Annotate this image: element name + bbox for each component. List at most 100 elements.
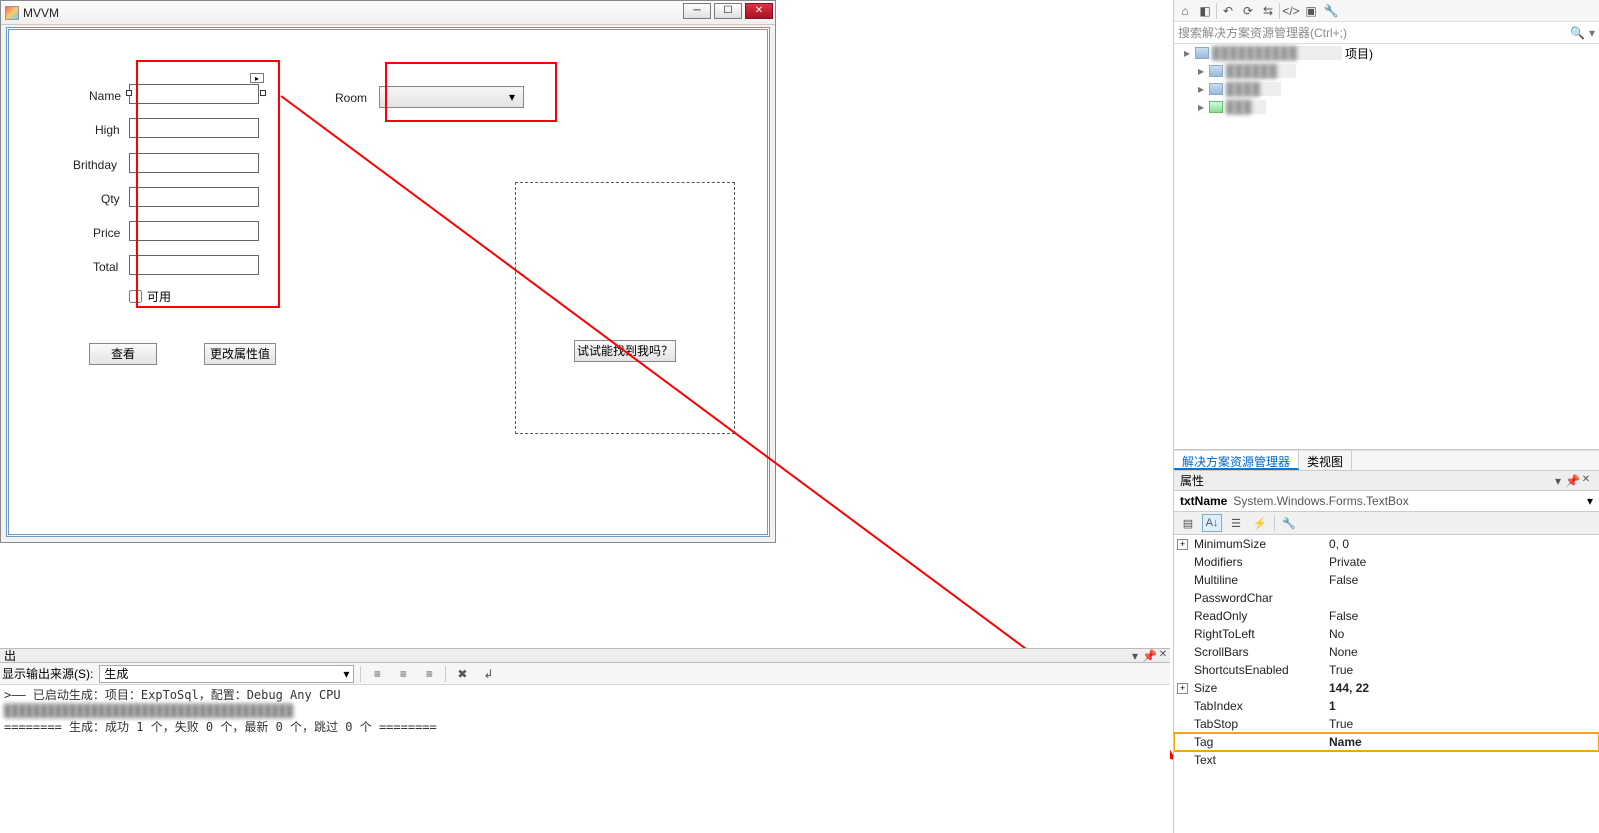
property-value[interactable]: None <box>1327 645 1599 659</box>
property-row-readonly[interactable]: ReadOnlyFalse <box>1174 607 1599 625</box>
properties-panel-title: 属性 <box>1180 472 1204 489</box>
pin-icon[interactable]: 📌 <box>1565 474 1579 488</box>
label-room: Room <box>335 91 367 105</box>
output-panel-title: 出 <box>0 647 20 664</box>
property-value[interactable]: False <box>1327 573 1599 587</box>
property-row-tabstop[interactable]: TabStopTrue <box>1174 715 1599 733</box>
output-text[interactable]: >—— 已启动生成：项目：ExpToSql，配置：Debug Any CPU █… <box>0 685 1170 833</box>
properties-grid[interactable]: +MinimumSize0, 0ModifiersPrivateMultilin… <box>1174 535 1599 833</box>
back-icon[interactable]: ↶ <box>1219 2 1237 20</box>
property-pages-icon[interactable]: 🔧 <box>1279 514 1299 532</box>
property-value[interactable]: Private <box>1327 555 1599 569</box>
wrap-icon[interactable]: ↲ <box>478 665 498 683</box>
tree-row-solution[interactable]: ▸ ██████████ 项目) <box>1174 44 1599 62</box>
properties-page-icon[interactable]: ☰ <box>1226 514 1246 532</box>
expand-icon[interactable]: ▸ <box>1182 46 1192 60</box>
solution-explorer-tree[interactable]: ▸ ██████████ 项目) ▸ ██████ ▸ ████ ▸ ███ <box>1174 44 1599 450</box>
property-row-tag[interactable]: TagName <box>1174 733 1599 751</box>
property-value[interactable]: 144, 22 <box>1327 681 1599 695</box>
solution-explorer-toolbar: ⌂ ◧ ↶ ⟳ ⇆ </> ▣ 🔧 <box>1174 0 1599 22</box>
alphabetical-icon[interactable]: A↓ <box>1202 514 1222 532</box>
property-value[interactable]: No <box>1327 627 1599 641</box>
code-icon[interactable]: </> <box>1282 2 1300 20</box>
close-panel-icon[interactable]: ✕ <box>1156 649 1170 663</box>
textbox-name[interactable] <box>129 84 259 104</box>
expand-icon[interactable]: + <box>1177 683 1188 694</box>
textbox-qty[interactable] <box>129 187 259 207</box>
right-dock: ⌂ ◧ ↶ ⟳ ⇆ </> ▣ 🔧 搜索解决方案资源管理器(Ctrl+;) 🔍 … <box>1173 0 1599 833</box>
property-value[interactable]: False <box>1327 609 1599 623</box>
property-row-text[interactable]: Text <box>1174 751 1599 769</box>
refresh-icon[interactable]: ⟳ <box>1239 2 1257 20</box>
property-row-shortcutsenabled[interactable]: ShortcutsEnabledTrue <box>1174 661 1599 679</box>
indent-right-icon[interactable]: ≡ <box>419 665 439 683</box>
expand-icon[interactable]: ▸ <box>1196 64 1206 78</box>
property-row-modifiers[interactable]: ModifiersPrivate <box>1174 553 1599 571</box>
dropdown-icon[interactable]: ▾ <box>1551 474 1565 488</box>
output-source-select[interactable]: 生成 ▾ <box>99 665 354 683</box>
tab-solution-explorer[interactable]: 解决方案资源管理器 <box>1174 451 1299 470</box>
minimize-button[interactable]: ─ <box>683 3 711 19</box>
property-value[interactable]: True <box>1327 717 1599 731</box>
property-name: TabStop <box>1174 717 1327 731</box>
checkbox-enabled[interactable]: 可用 <box>129 288 171 305</box>
property-name: Multiline <box>1174 573 1327 587</box>
clear-icon[interactable]: ✖ <box>452 665 472 683</box>
expand-icon[interactable]: ▸ <box>1196 82 1206 96</box>
expand-icon[interactable]: + <box>1177 539 1188 550</box>
dropdown-icon[interactable]: ▾ <box>1128 649 1142 663</box>
solution-explorer-search[interactable]: 搜索解决方案资源管理器(Ctrl+;) 🔍 ▾ <box>1174 22 1599 44</box>
property-value[interactable]: 0, 0 <box>1327 537 1599 551</box>
combobox-room[interactable]: ▾ <box>379 86 524 108</box>
resize-handle-e[interactable] <box>260 90 266 96</box>
events-icon[interactable]: ⚡ <box>1250 514 1270 532</box>
property-row-passwordchar[interactable]: PasswordChar <box>1174 589 1599 607</box>
textbox-price[interactable] <box>129 221 259 241</box>
tree-row-project[interactable]: ▸ ████ <box>1174 80 1599 98</box>
smart-tag-glyph[interactable]: ▸ <box>250 73 264 83</box>
find-me-button[interactable]: 试试能找到我吗？ <box>574 340 676 362</box>
indent-left-icon[interactable]: ≡ <box>367 665 387 683</box>
property-value[interactable]: Name <box>1327 735 1599 749</box>
label-total: Total <box>93 260 118 274</box>
textbox-birthday[interactable] <box>129 153 259 173</box>
close-panel-icon[interactable]: ✕ <box>1579 474 1593 488</box>
tree-row-project[interactable]: ▸ ██████ <box>1174 62 1599 80</box>
tree-icon[interactable]: ▣ <box>1302 2 1320 20</box>
close-button[interactable]: ✕ <box>745 3 773 19</box>
maximize-button[interactable]: ☐ <box>714 3 742 19</box>
resize-handle-w[interactable] <box>126 90 132 96</box>
output-source-label: 显示输出来源(S): <box>2 665 93 682</box>
property-row-tabindex[interactable]: TabIndex1 <box>1174 697 1599 715</box>
categorized-icon[interactable]: ▤ <box>1178 514 1198 532</box>
output-line: ████████████████████████████████████████ <box>4 703 1166 719</box>
property-value[interactable]: 1 <box>1327 699 1599 713</box>
property-value[interactable]: True <box>1327 663 1599 677</box>
tab-class-view[interactable]: 类视图 <box>1299 451 1352 470</box>
property-row-size[interactable]: +Size144, 22 <box>1174 679 1599 697</box>
textbox-total[interactable] <box>129 255 259 275</box>
property-row-minimumsize[interactable]: +MinimumSize0, 0 <box>1174 535 1599 553</box>
expand-icon[interactable]: ▸ <box>1196 100 1206 114</box>
wrench-icon[interactable]: 🔧 <box>1322 2 1340 20</box>
tree-row-project[interactable]: ▸ ███ <box>1174 98 1599 116</box>
property-row-multiline[interactable]: MultilineFalse <box>1174 571 1599 589</box>
sync-icon[interactable]: ⇆ <box>1259 2 1277 20</box>
checkbox-input[interactable] <box>129 290 142 303</box>
property-row-righttoleft[interactable]: RightToLeftNo <box>1174 625 1599 643</box>
properties-panel-header: 属性 ▾ 📌 ✕ <box>1174 470 1599 491</box>
pin-icon[interactable]: 📌 <box>1142 649 1156 663</box>
output-line: ======== 生成：成功 1 个，失败 0 个，最新 0 个，跳过 0 个 … <box>4 719 1166 735</box>
designer-surface[interactable]: MVVM ─ ☐ ✕ Name High Brithday Qty Price … <box>0 0 1170 645</box>
change-props-button[interactable]: 更改属性值 <box>204 343 276 365</box>
indent-left2-icon[interactable]: ≡ <box>393 665 413 683</box>
properties-object-select[interactable]: txtName System.Windows.Forms.TextBox ▾ <box>1174 491 1599 512</box>
property-row-scrollbars[interactable]: ScrollBarsNone <box>1174 643 1599 661</box>
form-client-area[interactable]: Name High Brithday Qty Price Total Room … <box>6 27 770 537</box>
home-icon[interactable]: ⌂ <box>1176 2 1194 20</box>
toggle-icon[interactable]: ◧ <box>1196 2 1214 20</box>
textbox-high[interactable] <box>129 118 259 138</box>
tree-label-blurred: ██████████ <box>1212 46 1342 60</box>
panel-container[interactable]: 试试能找到我吗？ <box>515 182 735 434</box>
view-button[interactable]: 查看 <box>89 343 157 365</box>
